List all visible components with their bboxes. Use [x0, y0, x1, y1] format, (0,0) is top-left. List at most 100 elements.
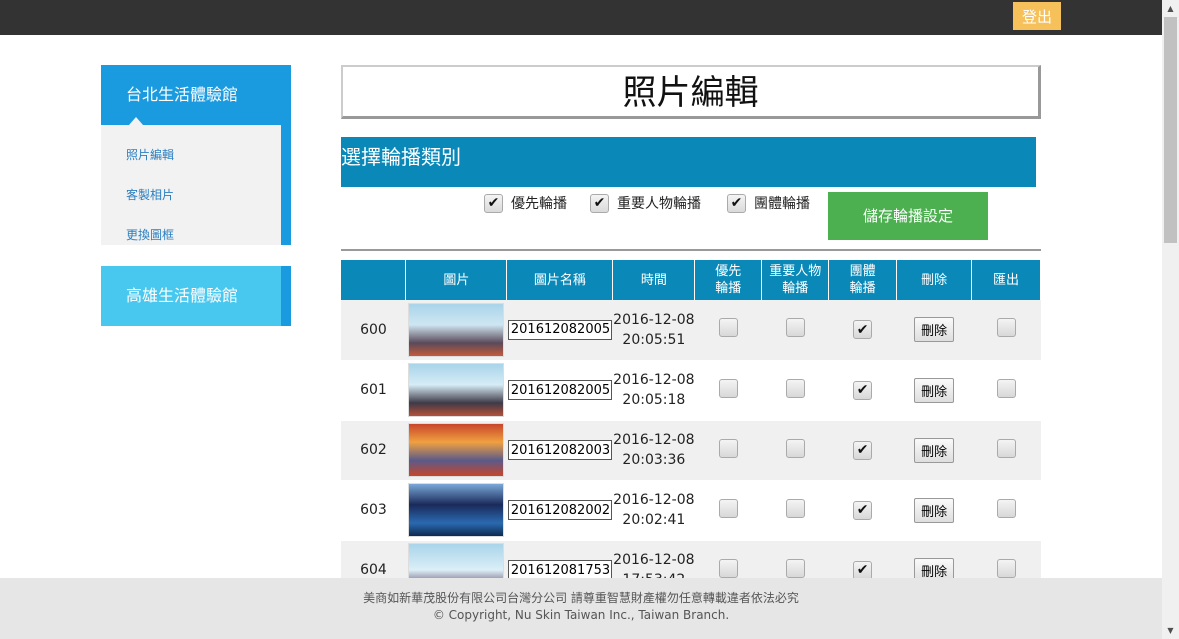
photo-thumbnail[interactable] [408, 423, 505, 477]
export-checkbox[interactable] [996, 438, 1016, 458]
sidebar-section-kaohsiung[interactable]: 高雄生活體驗館 [101, 266, 291, 326]
row-thumbnail-cell [405, 480, 507, 541]
sidebar-item-photo-edit[interactable]: 照片編輯 [101, 135, 281, 175]
table-row: 601 2016-12-08 20:05:18 ✔ 刪除 [341, 360, 1041, 421]
sidebar-item-change-frame[interactable]: 更換圖框 [101, 215, 281, 255]
table-row: 603 2016-12-08 20:02:41 ✔ 刪除 [341, 480, 1041, 541]
row-name-cell [506, 480, 613, 541]
photo-name-input[interactable] [507, 500, 612, 520]
row-delete-cell: 刪除 [896, 300, 972, 361]
scroll-down-icon[interactable]: ▼ [1162, 622, 1179, 639]
photo-name-input[interactable] [507, 440, 612, 460]
photo-name-input[interactable] [507, 560, 612, 580]
row-priority-cell [694, 420, 762, 481]
group-checkbox[interactable]: ✔ [853, 560, 873, 580]
footer-copyright: © Copyright, Nu Skin Taiwan Inc., Taiwan… [432, 608, 730, 622]
row-name-cell [506, 300, 613, 361]
row-vip-cell [761, 480, 829, 541]
row-delete-cell: 刪除 [896, 480, 972, 541]
col-header-export: 匯出 [971, 260, 1041, 300]
photo-thumbnail[interactable] [408, 483, 505, 537]
row-priority-cell [694, 480, 762, 541]
logout-button[interactable]: 登出 [1013, 2, 1061, 30]
save-carousel-button[interactable]: 儲存輪播設定 [828, 192, 988, 240]
priority-checkbox[interactable] [718, 498, 738, 518]
row-id: 600 [341, 300, 406, 361]
row-export-cell [971, 300, 1041, 361]
scroll-up-icon[interactable]: ▲ [1162, 0, 1179, 17]
row-name-cell [506, 360, 613, 421]
photo-thumbnail[interactable] [408, 363, 505, 417]
table-row: 600 2016-12-08 20:05:51 ✔ 刪除 [341, 300, 1041, 361]
row-time: 20:05:18 [622, 392, 686, 408]
vip-checkbox[interactable] [785, 498, 805, 518]
row-vip-cell [761, 420, 829, 481]
delete-button[interactable]: 刪除 [914, 377, 955, 403]
row-vip-cell [761, 360, 829, 421]
row-delete-cell: 刪除 [896, 360, 972, 421]
vip-checkbox[interactable] [785, 558, 805, 578]
row-thumbnail-cell [405, 300, 507, 361]
row-id: 603 [341, 480, 406, 541]
col-header-delete: 刪除 [896, 260, 973, 300]
scrollbar-thumb[interactable] [1164, 17, 1177, 243]
row-date: 2016-12-08 [613, 372, 695, 388]
col-header-vip-text: 重要人物輪播 [769, 264, 822, 296]
col-header-priority-text: 優先輪播 [715, 264, 742, 296]
row-id: 601 [341, 360, 406, 421]
sidebar-section-title[interactable]: 台北生活體驗館 [101, 65, 291, 125]
checkbox-vip[interactable]: ✔ [590, 193, 609, 213]
priority-checkbox[interactable] [718, 318, 738, 338]
option-vip[interactable]: ✔ 重要人物輪播 [590, 193, 701, 213]
col-header-name: 圖片名稱 [506, 260, 614, 300]
row-time: 20:02:41 [622, 512, 686, 528]
priority-checkbox[interactable] [718, 438, 738, 458]
row-date: 2016-12-08 [613, 552, 695, 568]
group-checkbox[interactable]: ✔ [853, 380, 873, 400]
checkbox-priority[interactable]: ✔ [484, 193, 503, 213]
row-date: 2016-12-08 [613, 492, 695, 508]
option-priority[interactable]: ✔ 優先輪播 [484, 193, 567, 213]
export-checkbox[interactable] [996, 318, 1016, 338]
row-thumbnail-cell [405, 420, 507, 481]
delete-button[interactable]: 刪除 [914, 317, 955, 343]
row-group-cell: ✔ [828, 420, 897, 481]
delete-button[interactable]: 刪除 [914, 497, 955, 523]
priority-checkbox[interactable] [718, 558, 738, 578]
photo-thumbnail[interactable] [408, 302, 505, 357]
col-header-image: 圖片 [405, 260, 508, 300]
checkbox-group[interactable]: ✔ [727, 193, 746, 213]
export-checkbox[interactable] [996, 498, 1016, 518]
priority-checkbox[interactable] [718, 378, 738, 398]
col-header-group-text: 團體輪播 [849, 264, 876, 296]
scrollbar[interactable]: ▲ ▼ [1162, 0, 1179, 639]
export-checkbox[interactable] [996, 378, 1016, 398]
sidebar-item-custom-photo[interactable]: 客製相片 [101, 175, 281, 215]
photo-name-input[interactable] [507, 319, 612, 340]
row-time-cell: 2016-12-08 20:05:18 [612, 360, 695, 421]
photo-name-input[interactable] [507, 380, 612, 400]
photo-table: 圖片 圖片名稱 時間 優先輪播 重要人物輪播 團體輪播 刪除 匯出 600 201… [341, 260, 1041, 601]
row-group-cell: ✔ [828, 300, 897, 361]
col-header-priority: 優先輪播 [694, 260, 763, 300]
group-checkbox[interactable]: ✔ [853, 500, 873, 520]
group-checkbox[interactable]: ✔ [853, 320, 873, 340]
export-checkbox[interactable] [996, 558, 1016, 578]
sidebar-section-taipei: 台北生活體驗館 照片編輯 客製相片 更換圖框 [101, 65, 291, 245]
group-checkbox[interactable]: ✔ [853, 440, 873, 460]
active-pointer-icon [129, 117, 143, 125]
delete-button[interactable]: 刪除 [914, 437, 955, 463]
top-bar: 登出 [0, 0, 1162, 35]
option-group[interactable]: ✔ 團體輪播 [727, 193, 810, 213]
vip-checkbox[interactable] [785, 438, 805, 458]
option-priority-label: 優先輪播 [511, 196, 567, 212]
row-id: 602 [341, 420, 406, 481]
carousel-section-header: 選擇輪播類別 [341, 137, 1036, 187]
row-time-cell: 2016-12-08 20:02:41 [612, 480, 695, 541]
row-thumbnail-cell [405, 360, 507, 421]
row-delete-cell: 刪除 [896, 420, 972, 481]
row-time: 20:03:36 [622, 452, 686, 468]
row-date: 2016-12-08 [613, 432, 695, 448]
vip-checkbox[interactable] [785, 378, 805, 398]
vip-checkbox[interactable] [785, 318, 805, 338]
